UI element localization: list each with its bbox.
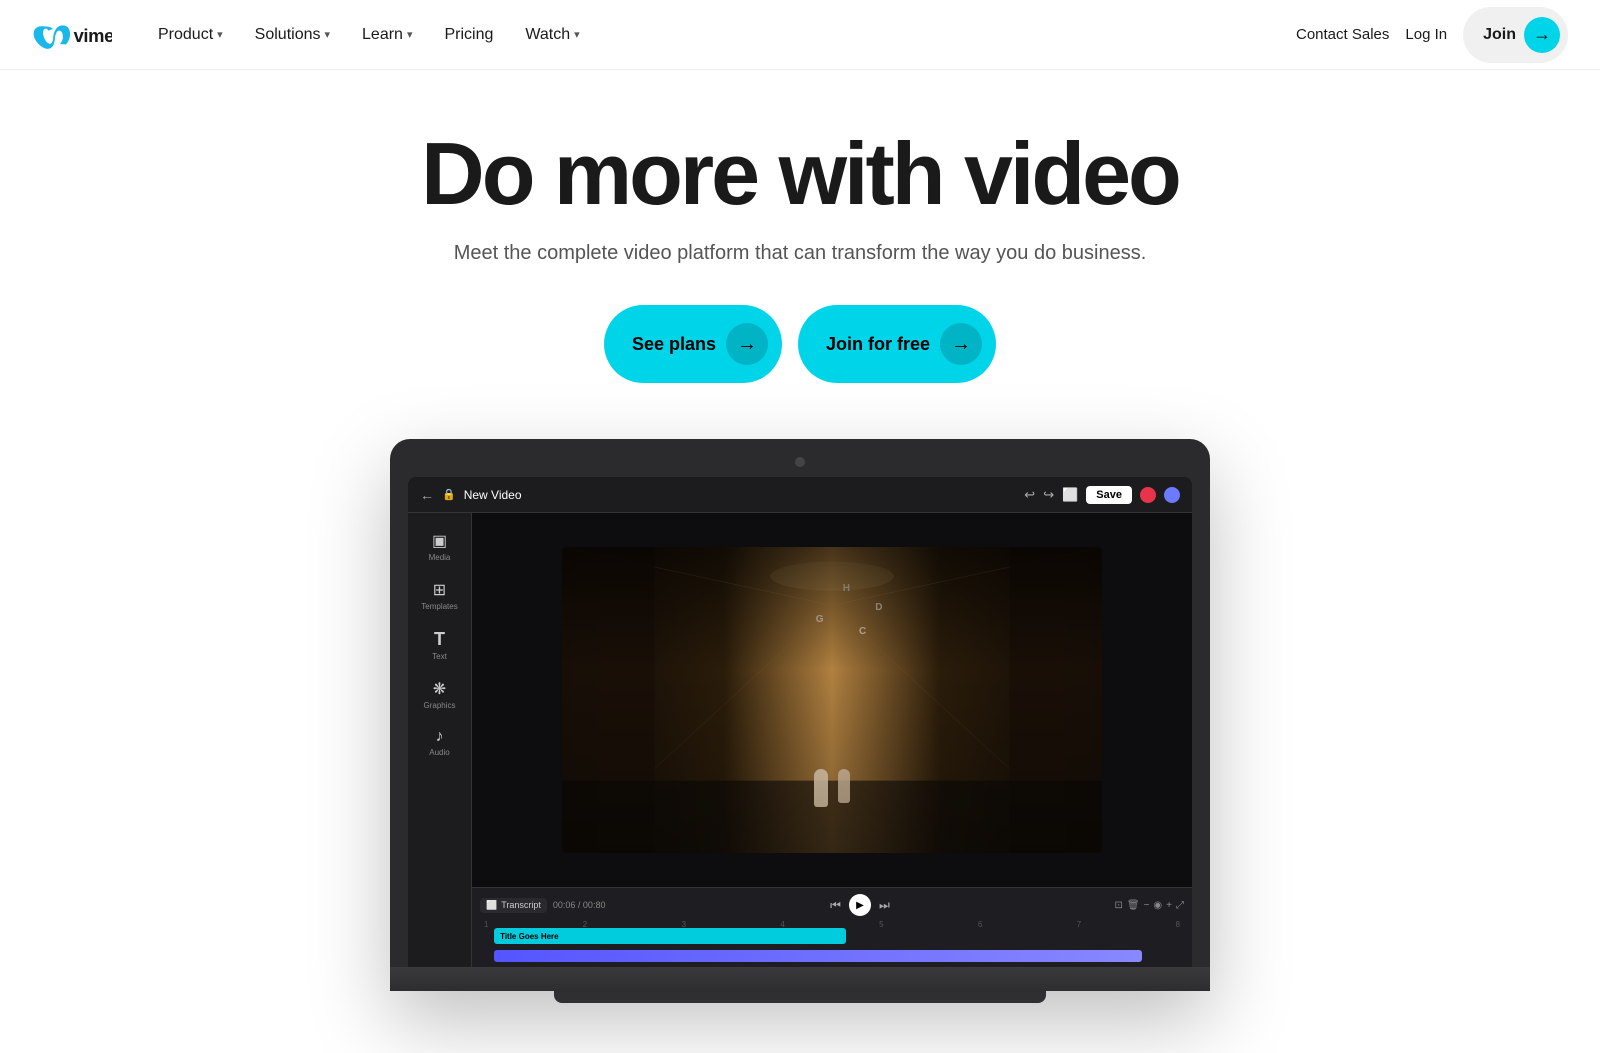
play-button[interactable]: ▶	[849, 894, 871, 916]
laptop-body: ← 🔒 New Video ↩ ↪ ⬜ Save	[390, 439, 1210, 991]
nav-item-learn[interactable]: Learn ▾	[348, 18, 426, 52]
editor-canvas: H G D C	[472, 513, 1192, 887]
skip-back-button[interactable]: ⏮	[830, 898, 841, 913]
transcript-icon: ⬜	[486, 900, 497, 911]
fit-icon[interactable]: ⊡	[1114, 900, 1122, 911]
redo-icon[interactable]: ↪	[1043, 487, 1054, 503]
media-icon: ▣	[432, 531, 447, 551]
hero-buttons: See plans → Join for free →	[604, 305, 996, 383]
transcript-badge[interactable]: ⬜ Transcript	[480, 898, 547, 913]
editor-app: ← 🔒 New Video ↩ ↪ ⬜ Save	[408, 477, 1192, 967]
nav-item-solutions[interactable]: Solutions ▾	[241, 18, 344, 52]
chevron-down-icon: ▾	[325, 28, 331, 41]
join-arrow-icon: →	[1524, 17, 1560, 53]
join-free-button[interactable]: Join for free →	[798, 305, 996, 383]
hero-section: Do more with video Meet the complete vid…	[0, 70, 1600, 1003]
see-plans-button[interactable]: See plans →	[604, 305, 782, 383]
chevron-down-icon: ▾	[407, 28, 413, 41]
record-button[interactable]	[1140, 487, 1156, 503]
timeline-clip[interactable]: Title Goes Here	[494, 928, 846, 944]
captions-icon[interactable]: ⬜	[1062, 487, 1078, 503]
nav-item-watch[interactable]: Watch ▾	[511, 18, 593, 52]
editor-timeline: ⬜ Transcript 00:06 / 00:80 ⏮ ▶ ⏭	[472, 887, 1192, 967]
back-button[interactable]: ←	[420, 487, 434, 503]
contact-sales-link[interactable]: Contact Sales	[1296, 26, 1389, 43]
timeline-track-area: 1 2 3 4 5 6 7 8	[480, 920, 1184, 962]
zoom-in-icon[interactable]: +	[1166, 900, 1172, 911]
editor-sidebar: ▣ Media ⊞ Templates T Text	[408, 513, 472, 967]
zoom-out-icon[interactable]: −	[1144, 900, 1150, 911]
graphics-icon: ❋	[433, 679, 446, 699]
hero-title: Do more with video	[421, 130, 1179, 218]
save-button[interactable]: Save	[1086, 486, 1132, 504]
sidebar-tool-text[interactable]: T Text	[414, 623, 466, 667]
logo[interactable]: vimeo	[32, 21, 112, 49]
sidebar-tool-templates[interactable]: ⊞ Templates	[414, 574, 466, 617]
svg-text:vimeo: vimeo	[74, 25, 112, 46]
laptop-screen: ← 🔒 New Video ↩ ↪ ⬜ Save	[408, 477, 1192, 967]
timeline-time: 00:06 / 00:80	[553, 900, 606, 910]
navbar-right: Contact Sales Log In Join →	[1296, 7, 1568, 63]
navbar: vimeo Product ▾ Solutions ▾ Learn ▾ Pric…	[0, 0, 1600, 70]
sidebar-tool-media[interactable]: ▣ Media	[414, 525, 466, 568]
templates-icon: ⊞	[433, 580, 446, 600]
share-button[interactable]	[1164, 487, 1180, 503]
hero-subtitle: Meet the complete video platform that ca…	[454, 242, 1147, 265]
audio-icon: ♪	[436, 728, 444, 746]
text-icon: T	[434, 629, 445, 650]
see-plans-arrow-icon: →	[726, 323, 768, 365]
editor-main: H G D C	[472, 513, 1192, 967]
zoom-slider[interactable]: ◉	[1153, 900, 1162, 911]
login-link[interactable]: Log In	[1405, 26, 1447, 43]
editor-title: New Video	[464, 488, 522, 502]
corridor-scene: H G D C	[562, 547, 1102, 854]
chevron-down-icon: ▾	[574, 28, 580, 41]
undo-icon[interactable]: ↩	[1024, 487, 1035, 503]
sidebar-tool-audio[interactable]: ♪ Audio	[414, 722, 466, 763]
join-button[interactable]: Join →	[1463, 7, 1568, 63]
editor-body: ▣ Media ⊞ Templates T Text	[408, 513, 1192, 967]
laptop-mockup: ← 🔒 New Video ↩ ↪ ⬜ Save	[390, 439, 1210, 1003]
delete-icon[interactable]: 🗑	[1127, 900, 1140, 911]
laptop-base	[390, 967, 1210, 991]
video-preview: H G D C	[562, 547, 1102, 854]
skip-forward-button[interactable]: ⏭	[879, 898, 890, 913]
timeline-main-track[interactable]	[494, 950, 1142, 962]
join-free-arrow-icon: →	[940, 323, 982, 365]
expand-icon[interactable]: ⤢	[1176, 900, 1184, 911]
nav-menu: Product ▾ Solutions ▾ Learn ▾ Pricing Wa…	[144, 18, 1296, 52]
lock-icon: 🔒	[442, 488, 456, 501]
nav-item-pricing[interactable]: Pricing	[430, 18, 507, 52]
sidebar-tool-graphics[interactable]: ❋ Graphics	[414, 673, 466, 716]
camera-notch	[795, 457, 805, 467]
laptop-foot	[554, 991, 1046, 1003]
chevron-down-icon: ▾	[217, 28, 223, 41]
nav-item-product[interactable]: Product ▾	[144, 18, 237, 52]
editor-topbar: ← 🔒 New Video ↩ ↪ ⬜ Save	[408, 477, 1192, 513]
